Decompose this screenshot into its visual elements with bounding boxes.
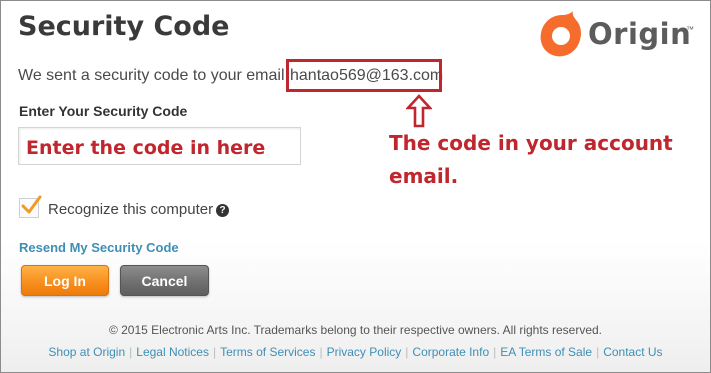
sent-message: We sent a security code to your email — [18, 67, 285, 84]
code-field-label: Enter Your Security Code — [19, 103, 188, 119]
footer-divider: | — [319, 345, 323, 359]
footer-links: Shop at Origin | Legal Notices | Terms of Se… — [1, 345, 710, 359]
security-code-input-value[interactable]: Enter the code in here — [26, 137, 265, 159]
footer-divider: | — [212, 345, 217, 359]
annotation-note: The code in your account email. — [389, 131, 673, 188]
question-circle-icon[interactable]: ? — [216, 204, 229, 217]
footer-link-privacy[interactable]: Privacy Policy — [327, 345, 402, 359]
login-button[interactable]: Log In — [21, 265, 109, 296]
footer-link-shop[interactable]: Shop at Origin — [48, 345, 125, 359]
origin-logo-text: Origin — [588, 17, 692, 51]
footer-link-contact[interactable]: Contact Us — [603, 345, 662, 359]
copyright-text: © 2015 Electronic Arts Inc. Trademarks b… — [108, 323, 603, 337]
footer-divider: | — [405, 345, 409, 359]
footer-divider: | — [129, 345, 133, 359]
footer-link-legal[interactable]: Legal Notices — [136, 345, 209, 359]
up-arrow-icon — [406, 94, 432, 128]
checkmark-icon[interactable] — [20, 194, 42, 216]
recognize-computer-label[interactable]: Recognize this computer — [48, 201, 213, 218]
trademark-mark: ™ — [686, 25, 694, 34]
cancel-button[interactable]: Cancel — [120, 265, 209, 296]
origin-logo-icon — [540, 11, 581, 57]
security-code-dialog: Security Code Origin ™ We sent a securit… — [0, 0, 711, 373]
page-title: Security Code — [18, 11, 230, 42]
footer-divider: | — [596, 345, 600, 359]
origin-logo: Origin ™ — [540, 9, 700, 67]
email-highlight-box — [286, 59, 442, 92]
resend-code-link[interactable]: Resend My Security Code — [19, 240, 179, 255]
footer-divider: | — [493, 345, 497, 359]
footer-link-corporate[interactable]: Corporate Info — [412, 345, 489, 359]
footer-link-terms[interactable]: Terms of Services — [220, 345, 315, 359]
footer-link-terms-of-sale[interactable]: EA Terms of Sale — [500, 345, 592, 359]
